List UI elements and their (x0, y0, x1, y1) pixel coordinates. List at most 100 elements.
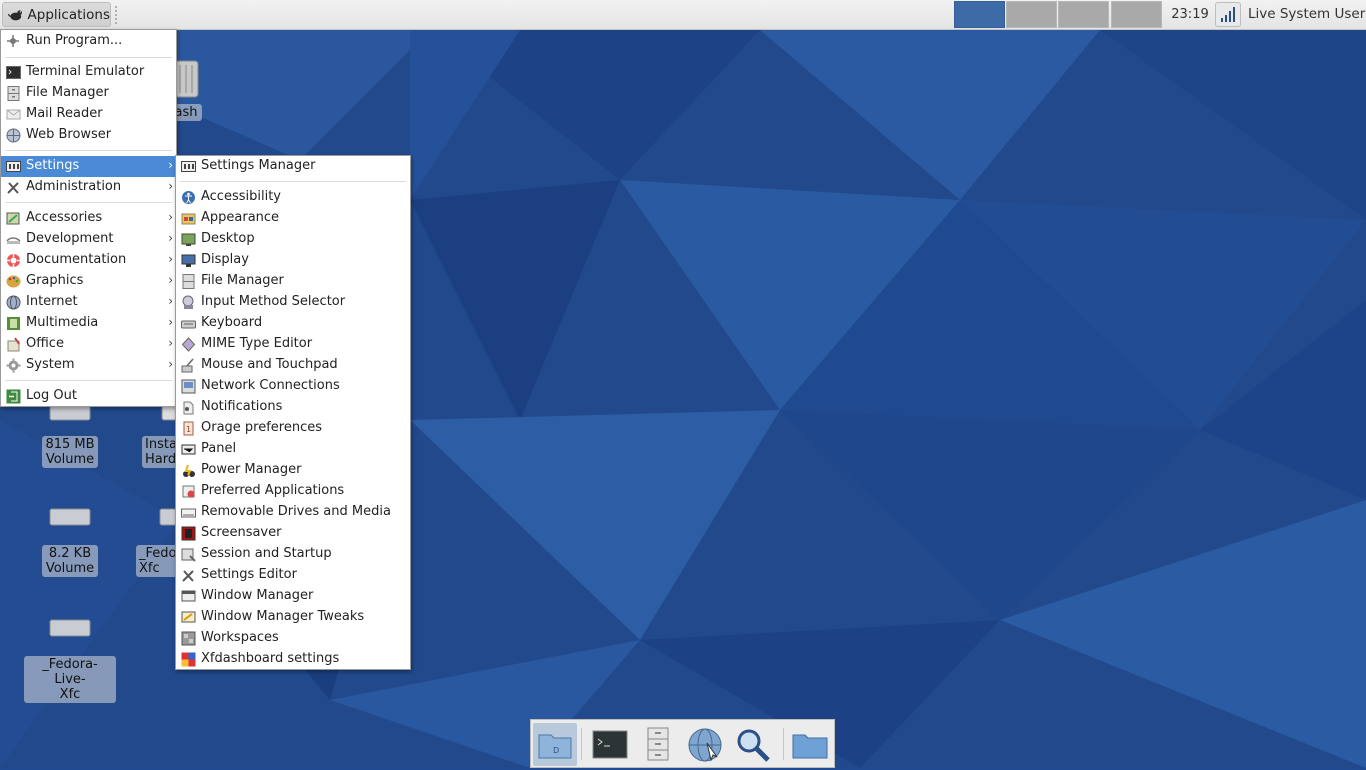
show-desktop-button[interactable]: D (533, 723, 577, 766)
menu-item-documentation[interactable]: Documentation › (1, 250, 176, 271)
search-icon (737, 729, 770, 762)
menu-item-window-manager-tweaks[interactable]: Window Manager Tweaks (176, 607, 410, 628)
window-manager-icon (181, 590, 196, 602)
submenu-arrow-icon: › (168, 315, 173, 329)
terminal-icon (6, 66, 21, 79)
volume-815-label[interactable]: 815 MB Volume (42, 436, 98, 468)
workspace-3[interactable] (1058, 1, 1109, 28)
submenu-arrow-icon: › (168, 273, 173, 287)
xfce-mouse-icon (8, 9, 22, 20)
menu-item-display[interactable]: Display (176, 250, 410, 271)
display-icon (181, 254, 196, 267)
menu-item-power-manager[interactable]: Power Manager (176, 460, 410, 481)
menu-item-office[interactable]: Office › (1, 334, 176, 355)
fedora-drive-label-2[interactable]: _Fedo Xfc (136, 545, 178, 577)
menu-item-file-manager[interactable]: File Manager (176, 271, 410, 292)
menu-item-run-program[interactable]: Run Program... (1, 31, 176, 52)
menu-item-settings-editor[interactable]: Settings Editor (176, 565, 410, 586)
menu-item-development[interactable]: Development › (1, 229, 176, 250)
menu-item-notifications[interactable]: Notifications (176, 397, 410, 418)
accessories-icon (6, 212, 20, 225)
menu-item-settings-manager[interactable]: Settings Manager (176, 156, 410, 177)
menu-item-accessibility[interactable]: Accessibility (176, 187, 410, 208)
settings-manager-icon (181, 161, 196, 172)
menu-item-panel[interactable]: Panel (176, 439, 410, 460)
panel-icon (181, 444, 196, 455)
film-strip-icon (7, 317, 20, 330)
fedora-live-label[interactable]: _Fedora-Live- Xfc (24, 656, 116, 703)
menu-separator (5, 57, 172, 58)
menu-item-removable-drives-and-media[interactable]: Removable Drives and Media (176, 502, 410, 523)
drive-icon[interactable] (156, 505, 177, 529)
menu-item-preferred-applications[interactable]: Preferred Applications (176, 481, 410, 502)
panel-separator (115, 6, 119, 24)
mouse-icon (181, 358, 194, 373)
clock[interactable]: 23:19 (1166, 0, 1214, 29)
network-icon (181, 379, 196, 394)
menu-item-terminal[interactable]: Terminal Emulator (1, 62, 176, 83)
volume-8kb-label[interactable]: 8.2 KB Volume (42, 545, 98, 577)
removable-drive-icon (181, 508, 196, 518)
menu-item-log-out[interactable]: Log Out (1, 386, 176, 407)
dock-separator (783, 728, 784, 760)
applications-label: Applications (27, 6, 110, 23)
gear-icon (6, 358, 21, 373)
workspace-4[interactable] (1111, 1, 1162, 28)
menu-separator (180, 181, 406, 182)
submenu-arrow-icon: › (168, 357, 173, 371)
menu-separator (5, 150, 172, 151)
menu-item-mouse-and-touchpad[interactable]: Mouse and Touchpad (176, 355, 410, 376)
app-finder-launcher[interactable] (731, 723, 775, 766)
dock-separator (581, 728, 582, 760)
menu-item-xfdashboard-settings[interactable]: Xfdashboard settings (176, 649, 410, 670)
submenu-arrow-icon: › (168, 231, 173, 245)
file-manager-launcher[interactable] (636, 723, 680, 766)
applications-menu: Run Program... Terminal Emulator File Ma… (0, 29, 177, 407)
menu-item-mail-reader[interactable]: Mail Reader (1, 104, 176, 125)
user-name[interactable]: Live System User (1248, 0, 1365, 29)
submenu-arrow-icon: › (168, 294, 173, 308)
applications-menu-button[interactable]: Applications (2, 2, 111, 27)
menu-item-accessories[interactable]: Accessories › (1, 208, 176, 229)
workspace-2[interactable] (1006, 1, 1057, 28)
workspaces-icon (181, 631, 196, 646)
workspace-1[interactable] (954, 1, 1005, 28)
menu-item-desktop[interactable]: Desktop (176, 229, 410, 250)
menu-item-administration[interactable]: Administration › (1, 177, 176, 198)
network-signal-icon[interactable] (1215, 2, 1241, 27)
drive-icon[interactable] (48, 616, 92, 640)
top-panel: Applications 23:19 Live System User (0, 0, 1366, 30)
submenu-arrow-icon: › (168, 252, 173, 266)
menu-item-web-browser[interactable]: Web Browser (1, 125, 176, 146)
menu-item-session-and-startup[interactable]: Session and Startup (176, 544, 410, 565)
folder-launcher[interactable] (788, 723, 832, 766)
globe-icon (688, 728, 722, 762)
installer-label[interactable]: Insta Hard (142, 436, 178, 468)
terminal-launcher[interactable] (588, 723, 632, 766)
menu-item-screensaver[interactable]: Screensaver (176, 523, 410, 544)
menu-item-graphics[interactable]: Graphics › (1, 271, 176, 292)
submenu-arrow-icon: › (168, 210, 173, 224)
menu-item-orage-preferences[interactable]: 1 Orage preferences (176, 418, 410, 439)
palette-icon (6, 275, 21, 288)
menu-separator (5, 380, 172, 381)
menu-item-workspaces[interactable]: Workspaces (176, 628, 410, 649)
globe-icon (6, 128, 21, 143)
mail-icon (6, 109, 21, 120)
menu-item-window-manager[interactable]: Window Manager (176, 586, 410, 607)
menu-item-appearance[interactable]: Appearance (176, 208, 410, 229)
xfdashboard-icon (181, 652, 196, 667)
menu-item-settings[interactable]: Settings › (1, 156, 176, 177)
menu-item-file-manager[interactable]: File Manager (1, 83, 176, 104)
drive-icon[interactable] (48, 505, 92, 529)
menu-item-internet[interactable]: Internet › (1, 292, 176, 313)
menu-item-mime-type-editor[interactable]: MIME Type Editor (176, 334, 410, 355)
menu-item-keyboard[interactable]: Keyboard (176, 313, 410, 334)
menu-item-input-method-selector[interactable]: Input Method Selector (176, 292, 410, 313)
desktop-icon (181, 233, 196, 246)
menu-item-multimedia[interactable]: Multimedia › (1, 313, 176, 334)
menu-item-network-connections[interactable]: Network Connections (176, 376, 410, 397)
web-browser-launcher[interactable] (683, 723, 727, 766)
tools-icon (7, 182, 19, 194)
menu-item-system[interactable]: System › (1, 355, 176, 376)
